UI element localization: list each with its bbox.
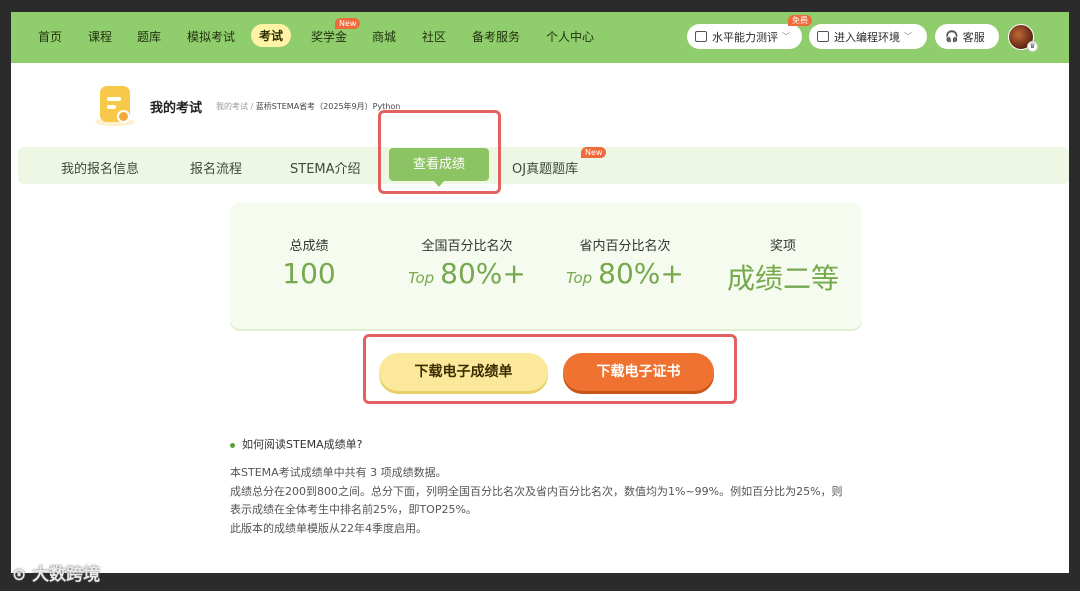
chevron-down-icon: ﹀ bbox=[782, 32, 790, 41]
support-button[interactable]: 🎧 客服 bbox=[935, 24, 999, 49]
award-label: 奖项 bbox=[769, 239, 796, 254]
nav-community[interactable]: 社区 bbox=[422, 28, 446, 45]
chevron-down-icon: ﹀ bbox=[904, 32, 912, 41]
nav-exam-services[interactable]: 备考服务 bbox=[472, 28, 520, 45]
breadcrumb-current: 蓝桥STEMA省考（2025年9月）Python bbox=[255, 102, 401, 111]
page-title: 我的考试 bbox=[150, 101, 203, 116]
award-value: 成绩二等 bbox=[726, 262, 839, 295]
nav-question-bank[interactable]: 题库 bbox=[137, 28, 161, 45]
info-text: 本STEMA考试成绩单中共有 3 项成绩数据。 成绩总分在200到800之间。总… bbox=[230, 464, 850, 538]
province-rank-value: Top 80%+ bbox=[566, 257, 684, 290]
breadcrumb: 我的考试 / 蓝桥STEMA省考（2025年9月）Python bbox=[216, 101, 400, 112]
watermark: ⊙ 大数跨境 bbox=[12, 565, 101, 585]
nav-courses[interactable]: 课程 bbox=[88, 28, 112, 45]
coding-env-button[interactable]: 进入编程环境 ﹀ bbox=[809, 24, 927, 49]
free-badge: 免费 bbox=[788, 15, 812, 26]
total-score-label: 总成绩 bbox=[289, 239, 329, 254]
headset-icon: 🎧 bbox=[945, 30, 959, 43]
nav-mock-exam[interactable]: 模拟考试 bbox=[187, 28, 235, 45]
top-nav: 首页 课程 题库 模拟考试 考试 奖学金 New 商城 社区 备考服务 个人中心… bbox=[11, 12, 1069, 63]
total-score-value: 100 bbox=[282, 257, 336, 290]
tab-view-scores[interactable]: 查看成绩 bbox=[389, 148, 489, 187]
bullet-dot-icon bbox=[230, 442, 235, 448]
total-score: 总成绩 100 bbox=[230, 202, 388, 329]
tab-stema-intro[interactable]: STEMA介绍 bbox=[290, 158, 361, 177]
province-rank-label: 省内百分比名次 bbox=[579, 239, 671, 254]
tab-oj-question-bank[interactable]: OJ真题题库 bbox=[512, 158, 578, 177]
page-frame: 首页 课程 题库 模拟考试 考试 奖学金 New 商城 社区 备考服务 个人中心… bbox=[11, 12, 1069, 573]
award: 奖项 成绩二等 bbox=[704, 202, 862, 329]
download-certificate-button[interactable]: 下载电子证书 bbox=[563, 353, 714, 391]
coding-env-label: 进入编程环境 bbox=[834, 30, 900, 44]
nav-exam[interactable]: 考试 bbox=[251, 24, 292, 47]
download-report-button[interactable]: 下载电子成绩单 bbox=[379, 353, 548, 391]
province-rank: 省内百分比名次 Top 80%+ bbox=[546, 202, 704, 329]
info-line: 本STEMA考试成绩单中共有 3 项成绩数据。 bbox=[230, 466, 447, 479]
nav-home[interactable]: 首页 bbox=[38, 28, 62, 45]
info-line: 成绩总分在200到800之间。总分下面，列明全国百分比名次及省内百分比名次，数值… bbox=[230, 484, 843, 517]
info-line: 此版本的成绩单模版从22年4季度启用。 bbox=[230, 521, 427, 535]
terminal-icon bbox=[817, 31, 829, 42]
national-rank-label: 全国百分比名次 bbox=[421, 239, 513, 254]
tab-registration-process[interactable]: 报名流程 bbox=[190, 158, 242, 177]
chart-icon bbox=[695, 31, 707, 42]
vip-crown-icon: ♛ bbox=[1027, 41, 1038, 52]
info-title: 如何阅读STEMA成绩单? bbox=[230, 436, 363, 452]
tab-registration-info[interactable]: 我的报名信息 bbox=[61, 158, 139, 177]
nav-scholarship[interactable]: 奖学金 bbox=[311, 28, 347, 45]
exam-logo-icon bbox=[95, 84, 135, 126]
nav-personal-center[interactable]: 个人中心 bbox=[546, 28, 594, 45]
support-label: 客服 bbox=[962, 30, 985, 44]
score-card: 总成绩 100 全国百分比名次 Top 80%+ 省内百分比名次 Top 80%+ … bbox=[230, 202, 862, 329]
new-badge: New bbox=[335, 18, 361, 29]
breadcrumb-root[interactable]: 我的考试 / bbox=[216, 102, 256, 111]
ability-test-label: 水平能力测评 bbox=[712, 30, 778, 44]
national-rank-value: Top 80%+ bbox=[408, 257, 526, 290]
national-rank: 全国百分比名次 Top 80%+ bbox=[388, 202, 546, 329]
nav-mall[interactable]: 商城 bbox=[372, 28, 396, 45]
sub-nav: 我的报名信息 报名流程 STEMA介绍 OJ真题题库 New bbox=[18, 147, 1069, 184]
new-badge: New bbox=[581, 147, 607, 158]
ability-test-button[interactable]: 水平能力测评 ﹀ bbox=[687, 24, 802, 49]
